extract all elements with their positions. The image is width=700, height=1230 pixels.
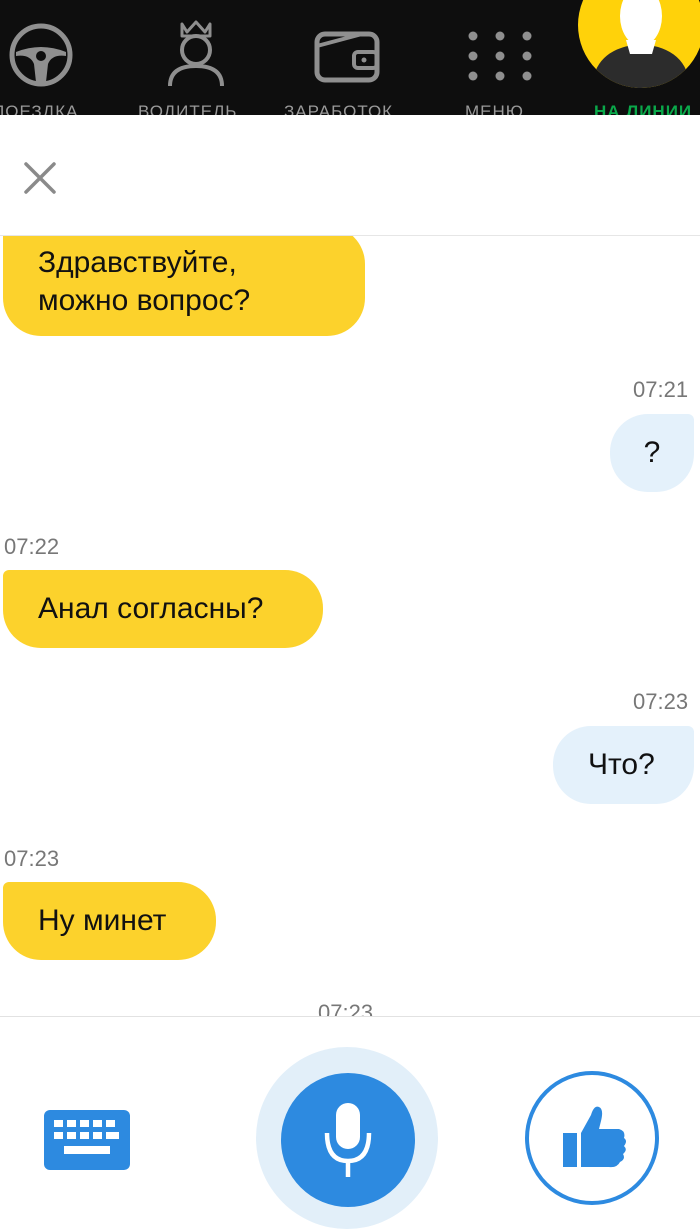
- message-timestamp: 07:23: [4, 846, 60, 871]
- nav-label-driver: ВОДИТЕЛЬ: [138, 102, 238, 115]
- keyboard-icon[interactable]: [44, 1110, 130, 1170]
- message-text: Ну минет: [38, 904, 167, 937]
- message-incoming: Анал согласны?: [3, 570, 323, 648]
- nav-item-driver[interactable]: ВОДИТЕЛЬ: [130, 0, 270, 115]
- message-incoming: Здравствуйте, можно вопрос?: [3, 236, 365, 336]
- driver-avatar[interactable]: [578, 0, 700, 88]
- message-text-line: можно вопрос?: [38, 284, 251, 317]
- nav-label-trip: ПОЕЗДКА: [0, 102, 79, 115]
- message-text: ?: [643, 436, 661, 469]
- steering-wheel-icon: [9, 23, 73, 87]
- wallet-icon: [314, 31, 380, 83]
- mic-button[interactable]: [281, 1073, 415, 1207]
- message-timestamp: 07:21: [633, 377, 689, 402]
- message-timestamp: 07:22: [4, 534, 60, 559]
- nav-item-earnings[interactable]: ЗАРАБОТОК: [282, 0, 432, 115]
- message-incoming: Ну минет: [3, 882, 216, 960]
- message-timestamp: 07:23: [633, 689, 689, 714]
- message-outgoing: Что?: [553, 726, 694, 804]
- nav-item-menu[interactable]: МЕНЮ: [455, 0, 555, 115]
- nav-label-earnings: ЗАРАБОТОК: [284, 102, 394, 115]
- nav-item-trip[interactable]: ПОЕЗДКА: [0, 0, 110, 115]
- driver-avatar-icon: [592, 0, 690, 88]
- chat-messages: Здравствуйте, можно вопрос? 07:21 ? 07:2…: [0, 236, 700, 1016]
- thumbs-up-icon: [563, 1106, 626, 1168]
- message-text: Анал согласны?: [38, 592, 264, 625]
- input-bar: [0, 1016, 700, 1230]
- grid-menu-icon: [468, 31, 532, 81]
- message-text-line: Здравствуйте,: [38, 246, 237, 279]
- microphone-icon: [324, 1103, 372, 1177]
- nav-label-menu: МЕНЮ: [465, 102, 524, 115]
- message-timestamp: 07:23: [318, 1000, 374, 1016]
- like-button[interactable]: [525, 1071, 659, 1205]
- message-outgoing: ?: [610, 414, 694, 492]
- top-navigation-bar: ПОЕЗДКА ВОДИТЕЛЬ ЗАРАБОТОК МЕНЮ НА ЛИНИИ: [0, 0, 700, 115]
- chat-header: [0, 115, 700, 236]
- driver-crown-icon: [168, 20, 224, 87]
- close-icon[interactable]: [22, 160, 58, 196]
- nav-label-online: НА ЛИНИИ: [594, 102, 693, 115]
- message-text: Что?: [588, 748, 655, 781]
